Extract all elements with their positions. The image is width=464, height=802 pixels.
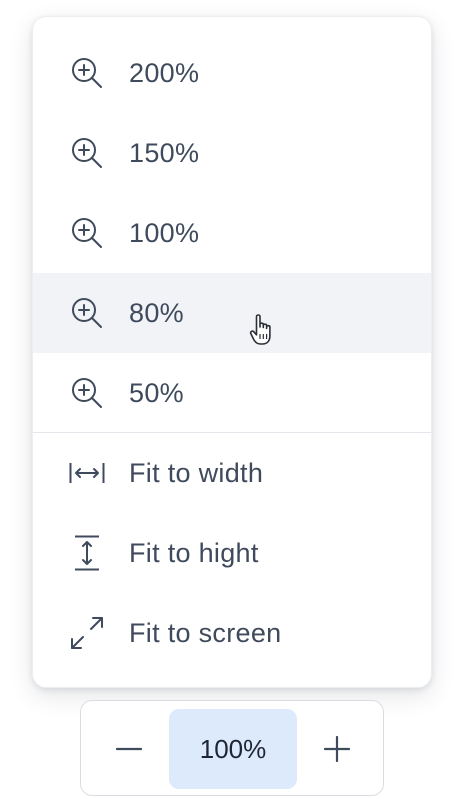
zoom-in-icon [72, 378, 102, 408]
menu-item-zoom-80[interactable]: 80% [33, 273, 431, 353]
menu-item-zoom-200[interactable]: 200% [33, 33, 431, 113]
menu-item-label: 80% [129, 298, 184, 328]
menu-item-label: 150% [129, 138, 200, 168]
menu-item-label: 200% [129, 58, 200, 88]
menu-item-zoom-100[interactable]: 100% [33, 193, 431, 273]
menu-item-label: Fit to screen [129, 618, 282, 648]
menu-item-label: Fit to hight [129, 538, 259, 568]
zoom-in-icon [72, 138, 102, 168]
menu-item-label: 100% [129, 218, 200, 248]
zoom-control: 100% [80, 700, 384, 796]
menu-item-fit-screen[interactable]: Fit to screen [33, 593, 431, 673]
fit-screen-icon [71, 617, 103, 649]
zoom-menu: 200% 150% 100% 80% 50% Fit to width Fit … [32, 16, 432, 688]
menu-item-label: Fit to width [129, 458, 264, 488]
menu-item-zoom-150[interactable]: 150% [33, 113, 431, 193]
menu-item-zoom-50[interactable]: 50% [33, 353, 431, 433]
fit-width-icon [69, 463, 105, 483]
zoom-level-button[interactable]: 100% [169, 709, 297, 789]
zoom-in-icon [72, 218, 102, 248]
menu-item-label: 50% [129, 378, 184, 408]
plus-icon [323, 735, 351, 763]
zoom-in-button[interactable] [305, 717, 369, 781]
zoom-in-icon [72, 58, 102, 88]
zoom-in-icon [72, 298, 102, 328]
fit-height-icon [75, 535, 99, 571]
menu-item-fit-width[interactable]: Fit to width [33, 433, 431, 513]
zoom-out-button[interactable] [97, 717, 161, 781]
menu-item-fit-height[interactable]: Fit to hight [33, 513, 431, 593]
